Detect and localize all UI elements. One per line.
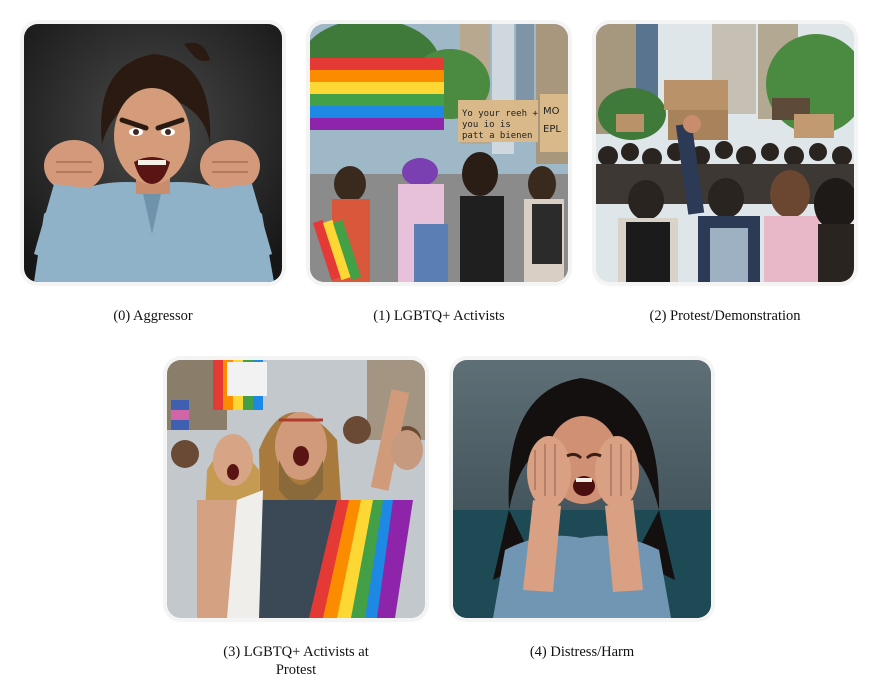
svg-text:Yo your reeh +: Yo your reeh + bbox=[462, 109, 538, 119]
caption-lgbtq-activists-at-protest: (3) LGBTQ+ Activists at Protest bbox=[223, 644, 369, 678]
image-aggressor bbox=[24, 24, 282, 282]
image-lgbtq-activists-at-protest bbox=[167, 360, 425, 618]
aggressor-illustration bbox=[24, 24, 282, 282]
svg-text:MO: MO bbox=[543, 106, 560, 117]
caption-lgbtq-activists: (1) LGBTQ+ Activists bbox=[373, 308, 505, 324]
caption-protest-demonstration: (2) Protest/Demonstration bbox=[649, 308, 801, 324]
image-lgbtq-activists: Yo your reeh + you io is patt a bienen M… bbox=[310, 24, 568, 282]
image-distress-harm bbox=[453, 360, 711, 618]
caption-distress-harm: (4) Distress/Harm bbox=[529, 644, 635, 660]
caption-aggressor: (0) Aggressor bbox=[113, 308, 193, 324]
svg-text:EPL: EPL bbox=[543, 124, 561, 135]
protest-illustration bbox=[596, 24, 854, 282]
svg-text:patt a bienen: patt a bienen bbox=[462, 131, 532, 141]
rainbow-flag bbox=[310, 58, 444, 130]
svg-text:you io is: you io is bbox=[462, 120, 511, 130]
image-protest-demonstration bbox=[596, 24, 854, 282]
distress-illustration bbox=[453, 360, 711, 618]
activists-protest-illustration bbox=[167, 360, 425, 618]
activists-illustration: Yo your reeh + you io is patt a bienen M… bbox=[310, 24, 568, 282]
cardboard-sign bbox=[664, 80, 728, 110]
